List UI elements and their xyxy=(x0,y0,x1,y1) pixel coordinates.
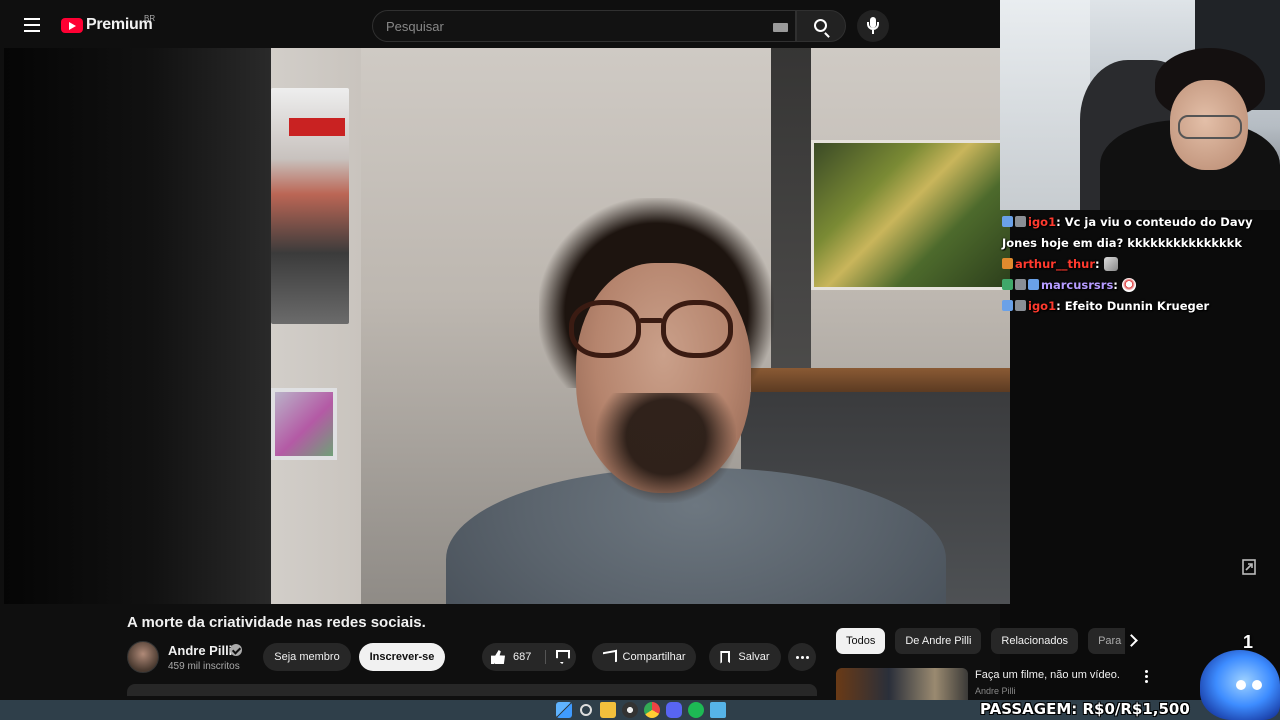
verified-badge-icon xyxy=(230,644,242,656)
chat-badge-icon xyxy=(1015,300,1026,311)
filter-chips: Todos De Andre Pilli Relacionados Para xyxy=(836,628,1126,654)
recommended-more-icon[interactable] xyxy=(1145,670,1149,684)
like-dislike-divider xyxy=(545,650,546,664)
share-button[interactable]: Compartilhar xyxy=(592,643,696,671)
save-button[interactable]: Salvar xyxy=(709,643,781,671)
chevron-right-icon[interactable] xyxy=(1125,634,1138,647)
emote-icon xyxy=(1121,278,1136,292)
keyboard-icon[interactable] xyxy=(773,23,788,32)
chip-all[interactable]: Todos xyxy=(836,628,886,654)
logo-text: Premium xyxy=(86,16,153,33)
description-box[interactable] xyxy=(127,684,817,696)
spotify-icon[interactable] xyxy=(688,702,704,718)
donation-goal-text: PASSAGEM: R$0/R$1,500 xyxy=(980,700,1190,718)
country-code: BR xyxy=(144,14,156,23)
chat-text: Efeito Dunnin Krueger xyxy=(1064,299,1210,313)
notepad-icon[interactable] xyxy=(710,702,726,718)
top-bar: Premium BR Pesquisar xyxy=(0,4,1000,48)
webcam-feed xyxy=(1000,0,1280,210)
channel-avatar[interactable] xyxy=(127,641,159,673)
obs-icon[interactable] xyxy=(622,702,638,718)
save-label: Salvar xyxy=(738,651,770,663)
chat-badge-icon xyxy=(1028,279,1039,290)
bookmark-icon xyxy=(720,650,731,664)
chat-badge-icon xyxy=(1002,216,1013,227)
chat-message: marcusrsrs: xyxy=(1002,275,1278,296)
recommended-video-thumbnail[interactable] xyxy=(836,668,968,700)
chat-message: igo1: Efeito Dunnin Krueger xyxy=(1002,296,1278,317)
search-input[interactable]: Pesquisar xyxy=(372,10,796,42)
chat-message: arthur__thur: xyxy=(1002,254,1278,275)
player-letterbox xyxy=(4,48,272,604)
emote-icon xyxy=(1103,257,1118,271)
hamburger-menu-icon[interactable] xyxy=(24,18,40,32)
search-button[interactable] xyxy=(796,10,846,42)
recommended-video-channel: Andre Pilli xyxy=(975,686,1016,696)
chat-badge-icon xyxy=(1002,300,1013,311)
mascot-eyes xyxy=(1236,680,1246,690)
miniplayer-icon[interactable] xyxy=(1240,558,1258,576)
more-actions-button[interactable] xyxy=(788,643,816,671)
chat-username: igo1 xyxy=(1028,299,1057,313)
video-frame xyxy=(271,48,1010,604)
share-icon xyxy=(602,649,617,665)
discord-icon[interactable] xyxy=(666,702,682,718)
chat-badge-icon xyxy=(1015,279,1026,290)
search-icon xyxy=(814,19,827,32)
video-title: A morte da criatividade nas redes sociai… xyxy=(127,614,426,631)
thumbs-up-icon xyxy=(491,650,505,664)
chat-username: marcusrsrs xyxy=(1041,278,1114,292)
youtube-premium-logo[interactable]: Premium xyxy=(61,16,153,34)
windows-start-icon[interactable] xyxy=(556,702,572,718)
chat-username: arthur__thur xyxy=(1015,257,1096,271)
subscriber-count: 459 mil inscritos xyxy=(168,661,240,672)
like-count: 687 xyxy=(513,651,532,663)
browser-icon[interactable] xyxy=(644,702,660,718)
share-label: Compartilhar xyxy=(622,651,686,663)
chat-badge-icon xyxy=(1015,216,1026,227)
recommended-video-title[interactable]: Faça um filme, não um vídeo. xyxy=(975,669,1120,681)
join-button[interactable]: Seja membro xyxy=(263,643,351,671)
chip-from-channel[interactable]: De Andre Pilli xyxy=(895,628,982,654)
search-placeholder: Pesquisar xyxy=(386,19,444,34)
subscribe-button[interactable]: Inscrever-se xyxy=(359,643,445,671)
chip-for-you[interactable]: Para xyxy=(1088,628,1126,654)
taskbar-search-icon[interactable] xyxy=(580,704,592,716)
chip-related[interactable]: Relacionados xyxy=(991,628,1079,654)
chat-badge-icon xyxy=(1002,279,1013,290)
stream-chat: igo1: Vc ja viu o conteudo do Davy Jones… xyxy=(1002,212,1278,317)
chat-message: igo1: Vc ja viu o conteudo do Davy Jones… xyxy=(1002,215,1253,250)
more-horizontal-icon xyxy=(795,655,809,659)
youtube-play-icon xyxy=(61,17,83,33)
chat-badge-icon xyxy=(1002,258,1013,269)
file-explorer-icon[interactable] xyxy=(600,702,616,718)
voice-search-button[interactable] xyxy=(857,10,889,42)
chat-username: igo1 xyxy=(1028,215,1057,229)
video-player[interactable] xyxy=(4,48,1010,604)
channel-name[interactable]: Andre Pilli xyxy=(168,643,232,658)
